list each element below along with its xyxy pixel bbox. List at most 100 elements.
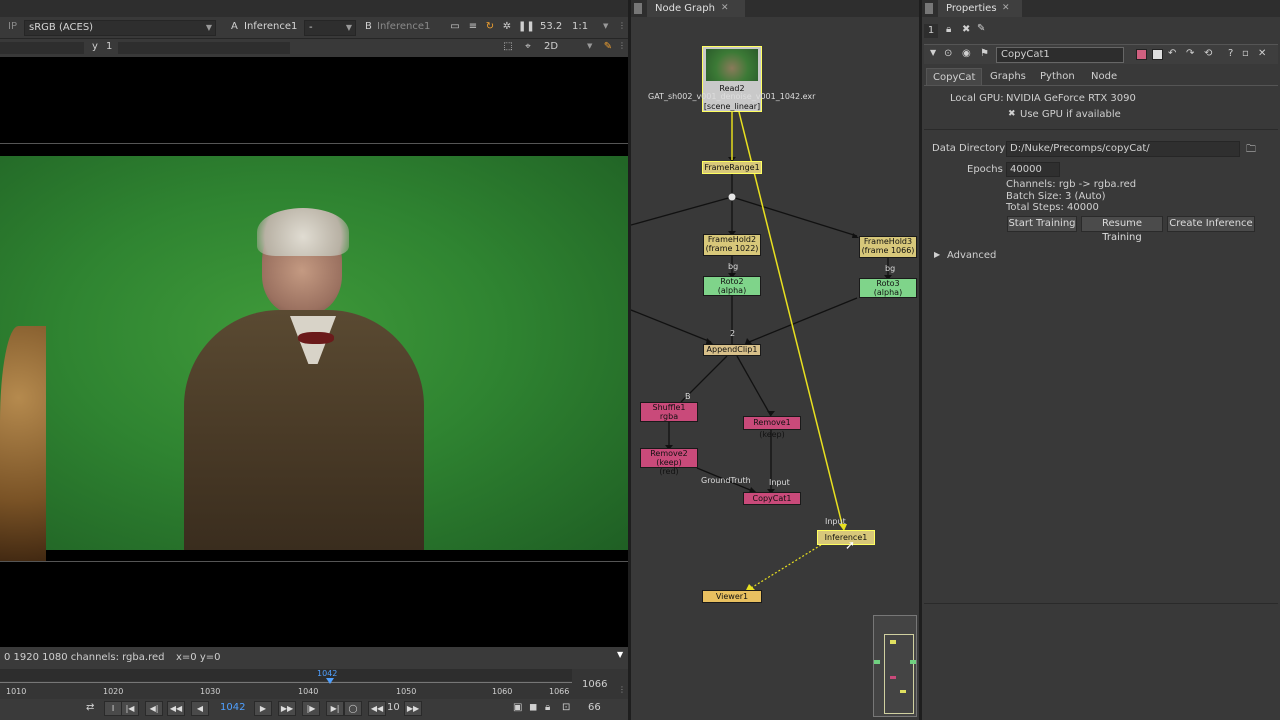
out-point-icon[interactable]: ◯ [344, 701, 362, 716]
help-icon[interactable]: ? [1228, 48, 1233, 59]
view-mode[interactable]: 2D [544, 41, 558, 52]
tab-copycat[interactable]: CopyCat [926, 68, 983, 85]
clear-panels-icon[interactable]: ✖ [962, 24, 970, 35]
gear-icon[interactable]: ✲ [501, 21, 513, 33]
create-inference-button[interactable]: Create Inference [1167, 216, 1255, 232]
node-color-swatch[interactable] [1136, 49, 1147, 60]
timeline-range-bar[interactable] [0, 669, 572, 681]
tab-properties[interactable]: Properties ✕ [938, 0, 1022, 17]
node-viewer1[interactable]: Viewer1 [702, 590, 762, 603]
record-icon[interactable]: ▣ [513, 702, 522, 713]
expand-icon[interactable]: ▶ [934, 250, 940, 259]
zoom-percent[interactable]: 53.2 [540, 21, 562, 32]
chevron-down-icon[interactable]: ▼ [587, 42, 592, 50]
max-panels-field[interactable]: 1 [924, 24, 938, 38]
center-node-icon[interactable]: ⊙ [944, 48, 952, 59]
compare-op-dropdown[interactable]: - ▼ [304, 20, 356, 36]
clip-icon[interactable]: ◼ [529, 702, 537, 713]
chevron-down-icon[interactable]: ▼ [603, 22, 608, 30]
node-framerange1[interactable]: FrameRange1 [702, 161, 762, 174]
stack-icon[interactable]: ≡ [467, 21, 479, 33]
viewer-viewport[interactable] [0, 57, 628, 647]
pixel-ratio[interactable]: 1:1 [572, 21, 588, 32]
node-graph-panel[interactable]: Node Graph ✕ Read2 [scene_linear] GAT_sh… [631, 0, 919, 720]
playhead-icon[interactable] [326, 678, 334, 684]
node-graph-minimap[interactable] [873, 615, 917, 717]
pencil-icon[interactable]: ✎ [977, 23, 985, 34]
tab-graphs[interactable]: Graphs [984, 68, 1032, 85]
checkbox-checked-icon[interactable]: ✖ [1008, 109, 1016, 119]
ip-label[interactable]: IP [8, 21, 17, 32]
gain-slider[interactable] [0, 42, 84, 54]
timeline[interactable]: 1042 1010 1020 1030 1040 1050 1060 1066 … [0, 669, 628, 699]
prev-keyframe-icon[interactable]: ◀| [145, 701, 163, 716]
collapse-icon[interactable]: ▼ [930, 48, 936, 57]
last-frame-icon[interactable]: ▶| [326, 701, 344, 716]
redo-icon[interactable]: ↷ [1186, 48, 1194, 59]
revert-icon[interactable]: ⟲ [1204, 48, 1212, 59]
resume-training-button[interactable]: Resume Training [1081, 216, 1163, 243]
start-training-button[interactable]: Start Training [1007, 216, 1077, 232]
roi-icon[interactable]: ⬚ [502, 41, 514, 53]
sync-icon[interactable]: ⊡ [562, 702, 570, 713]
pause-icon[interactable]: ❚❚ [518, 21, 535, 33]
channels-text: Channels: rgb -> rgba.red [1006, 179, 1137, 190]
next-keyframe-icon[interactable]: |▶ [302, 701, 320, 716]
tab-python[interactable]: Python [1034, 68, 1081, 85]
colorspace-dropdown[interactable]: sRGB (ACES) ▼ [24, 20, 216, 36]
lock-icon[interactable]: 🔒︎ [545, 702, 550, 713]
undo-icon[interactable]: ↶ [1168, 48, 1176, 59]
node-remove2[interactable]: Remove2 (keep) (red) [640, 448, 698, 476]
input-a-dropdown[interactable]: Inference1 [240, 20, 302, 36]
overflow-icon[interactable]: ⋮ [618, 685, 626, 694]
first-frame-icon[interactable]: |◀ [121, 701, 139, 716]
node-appendclip1[interactable]: AppendClip1 [703, 344, 761, 356]
node-remove1[interactable]: Remove1 (keep) [743, 416, 801, 439]
lock-icon[interactable]: 🔒︎ [946, 24, 951, 35]
overflow-icon[interactable]: ⋮ [618, 41, 626, 50]
node-framehold3[interactable]: FrameHold3 (frame 1066) [859, 236, 917, 258]
panel-grip-icon[interactable] [925, 3, 933, 14]
step-forward-icon[interactable]: ▶▶ [278, 701, 296, 716]
advanced-group-label[interactable]: Advanced [947, 250, 996, 261]
data-directory-input[interactable]: D:/Nuke/Precomps/copyCat/ [1006, 141, 1240, 157]
folder-icon[interactable]: 🗀︎ [1246, 142, 1256, 159]
float-icon[interactable]: ▫ [1242, 48, 1249, 59]
play-backward-icon[interactable]: ◀ [191, 701, 209, 716]
bg-label: bg [728, 262, 739, 271]
node-shuffle1[interactable]: Shuffle1 rgba [640, 402, 698, 422]
node-copycat1[interactable]: CopyCat1 [743, 492, 801, 505]
triangle-down-icon[interactable]: ▼ [617, 650, 623, 659]
crosshair-icon[interactable]: ⌖ [522, 41, 534, 53]
tab-node[interactable]: Node [1085, 68, 1123, 85]
node-roto2[interactable]: Roto2 (alpha) [703, 276, 761, 296]
current-frame-field[interactable]: 1042 [220, 702, 245, 713]
node-roto3[interactable]: Roto3 (alpha) [859, 278, 917, 298]
step-back-icon[interactable]: ◀◀ [167, 701, 185, 716]
minimap-viewport[interactable] [884, 634, 914, 714]
loop-mode-icon[interactable]: ⇄ [86, 702, 94, 713]
node-name-field[interactable]: CopyCat1 [996, 47, 1124, 63]
in-point-icon[interactable]: I [104, 701, 122, 716]
play-forward-icon[interactable]: ▶ [254, 701, 272, 716]
skip-back-icon[interactable]: ◀◀ [368, 701, 386, 716]
input-b-dropdown[interactable]: Inference1 [373, 20, 435, 36]
help-bubble-icon[interactable]: ⚑ [980, 48, 989, 59]
zoom-node-icon[interactable]: ◉ [962, 48, 971, 59]
end-frame[interactable]: 1066 [582, 679, 607, 690]
step-increment[interactable]: 10 [387, 702, 400, 713]
paint-icon[interactable]: ✎ [602, 41, 614, 53]
skip-forward-icon[interactable]: ▶▶ [404, 701, 422, 716]
wipe-icon[interactable]: ▭ [449, 21, 461, 33]
node-read2[interactable]: Read2 [scene_linear] [702, 46, 762, 112]
epochs-input[interactable]: 40000 [1006, 162, 1060, 177]
node-framehold2[interactable]: FrameHold2 (frame 1022) [703, 234, 761, 256]
close-icon[interactable]: ✕ [1258, 48, 1266, 59]
overflow-icon[interactable]: ⋮ [618, 21, 626, 30]
node-font-color-swatch[interactable] [1152, 49, 1163, 60]
refresh-icon[interactable]: ↻ [484, 21, 496, 33]
y-value[interactable]: 1 [106, 41, 112, 52]
close-icon[interactable]: ✕ [1002, 0, 1010, 17]
fps-field[interactable]: 66 [588, 702, 601, 713]
gamma-slider[interactable] [118, 42, 290, 54]
